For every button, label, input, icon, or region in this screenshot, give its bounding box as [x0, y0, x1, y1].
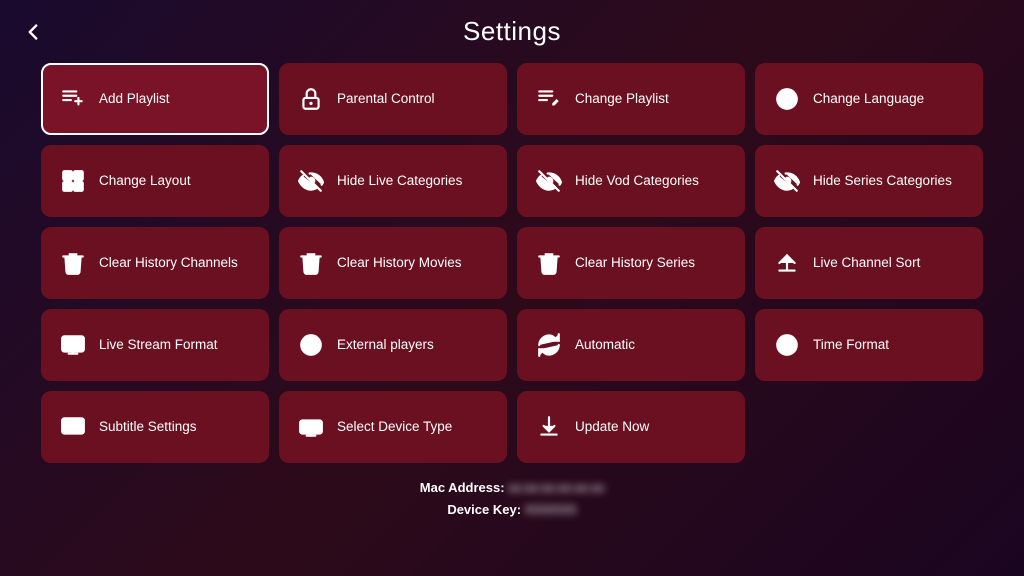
layout-icon [59, 168, 87, 194]
tile-hide-live-categories-label: Hide Live Categories [337, 172, 462, 190]
tile-hide-vod-categories-label: Hide Vod Categories [575, 172, 699, 190]
mac-address-value: xx:xx:xx:xx:xx:xx [508, 477, 604, 499]
sort-icon [773, 250, 801, 276]
device-key-label: Device Key: [447, 502, 521, 517]
tile-live-channel-sort-label: Live Channel Sort [813, 254, 920, 272]
tile-external-players[interactable]: External players [279, 309, 507, 381]
lock-icon [297, 86, 325, 112]
tile-automatic[interactable]: Automatic [517, 309, 745, 381]
tile-change-layout[interactable]: Change Layout [41, 145, 269, 217]
tile-change-playlist[interactable]: Change Playlist [517, 63, 745, 135]
clock-icon [773, 332, 801, 358]
tile-parental-control-label: Parental Control [337, 90, 435, 108]
hide-series-icon [773, 168, 801, 194]
tile-live-stream-format-label: Live Stream Format [99, 336, 218, 354]
tile-clear-history-series-label: Clear History Series [575, 254, 695, 272]
tv-icon [59, 332, 87, 358]
subtitles-icon [59, 414, 87, 440]
tile-hide-vod-categories[interactable]: Hide Vod Categories [517, 145, 745, 217]
tile-hide-live-categories[interactable]: Hide Live Categories [279, 145, 507, 217]
trash-channels-icon [59, 250, 87, 276]
tile-change-language[interactable]: Change Language [755, 63, 983, 135]
tile-clear-history-channels-label: Clear History Channels [99, 254, 238, 272]
header: Settings [0, 0, 1024, 55]
tile-time-format[interactable]: Time Format [755, 309, 983, 381]
settings-grid: Add Playlist Parental Control Change Pla… [21, 55, 1003, 471]
device-key-value: XXXXXX [525, 499, 577, 521]
footer: Mac Address: xx:xx:xx:xx:xx:xx Device Ke… [420, 477, 604, 521]
tile-update-now-label: Update Now [575, 418, 649, 436]
tile-select-device-type-label: Select Device Type [337, 418, 452, 436]
tile-hide-series-categories[interactable]: Hide Series Categories [755, 145, 983, 217]
tile-clear-history-series[interactable]: Clear History Series [517, 227, 745, 299]
page-title: Settings [463, 16, 561, 47]
tile-time-format-label: Time Format [813, 336, 889, 354]
tile-automatic-label: Automatic [575, 336, 635, 354]
tile-add-playlist-label: Add Playlist [99, 90, 170, 108]
tile-update-now[interactable]: Update Now [517, 391, 745, 463]
tile-clear-history-movies-label: Clear History Movies [337, 254, 462, 272]
playlist-add-icon [59, 86, 87, 112]
tile-change-playlist-label: Change Playlist [575, 90, 669, 108]
tile-add-playlist[interactable]: Add Playlist [41, 63, 269, 135]
mac-address-label: Mac Address: [420, 480, 505, 495]
hide-vod-icon [535, 168, 563, 194]
tile-hide-series-categories-label: Hide Series Categories [813, 172, 952, 190]
tile-change-layout-label: Change Layout [99, 172, 191, 190]
trash-series-icon [535, 250, 563, 276]
play-circle-icon [297, 332, 325, 358]
tile-external-players-label: External players [337, 336, 434, 354]
tile-parental-control[interactable]: Parental Control [279, 63, 507, 135]
tile-subtitle-settings-label: Subtitle Settings [99, 418, 197, 436]
tile-clear-history-channels[interactable]: Clear History Channels [41, 227, 269, 299]
tile-subtitle-settings[interactable]: Subtitle Settings [41, 391, 269, 463]
back-button[interactable] [20, 19, 46, 45]
playlist-edit-icon [535, 86, 563, 112]
refresh-icon [535, 332, 563, 358]
trash-movies-icon [297, 250, 325, 276]
hide-live-icon [297, 168, 325, 194]
tile-live-channel-sort[interactable]: Live Channel Sort [755, 227, 983, 299]
tile-live-stream-format[interactable]: Live Stream Format [41, 309, 269, 381]
download-icon [535, 414, 563, 440]
tile-clear-history-movies[interactable]: Clear History Movies [279, 227, 507, 299]
device-icon [297, 414, 325, 440]
tile-select-device-type[interactable]: Select Device Type [279, 391, 507, 463]
tile-change-language-label: Change Language [813, 90, 924, 108]
language-icon [773, 86, 801, 112]
